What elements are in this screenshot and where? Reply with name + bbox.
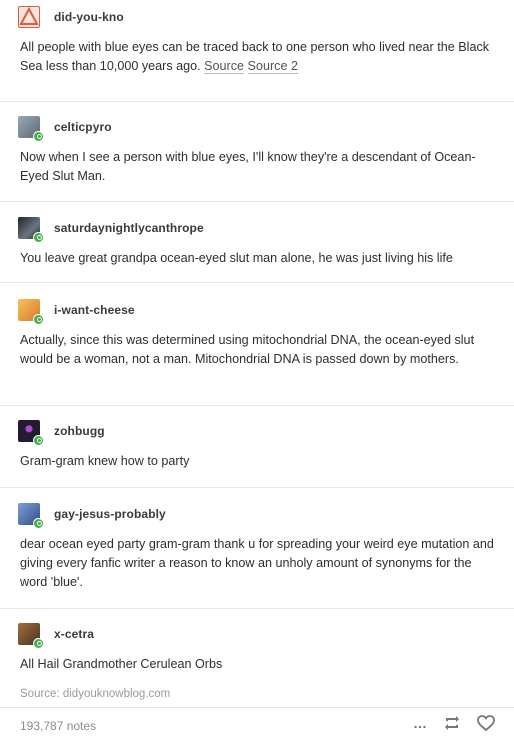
avatar[interactable] xyxy=(18,503,44,529)
post-text: dear ocean eyed party gram-gram thank u … xyxy=(20,537,494,589)
username[interactable]: i-want-cheese xyxy=(54,303,135,317)
username[interactable]: x-cetra xyxy=(54,627,94,641)
more-options-icon[interactable]: … xyxy=(413,715,428,731)
avatar[interactable] xyxy=(18,6,40,28)
post-text: You leave great grandpa ocean-eyed slut … xyxy=(20,251,453,265)
avatar[interactable] xyxy=(18,623,44,649)
avatar[interactable] xyxy=(18,116,44,142)
username[interactable]: did-you-kno xyxy=(54,10,124,24)
post-6: gay-jesus-probably dear ocean eyed party… xyxy=(0,503,514,592)
post-actions: … xyxy=(413,714,496,732)
post-5: zohbugg Gram-gram knew how to party xyxy=(0,420,514,471)
username[interactable]: zohbugg xyxy=(54,424,105,438)
username[interactable]: saturdaynightlycanthrope xyxy=(54,221,204,235)
post-text: Now when I see a person with blue eyes, … xyxy=(20,150,476,183)
username[interactable]: gay-jesus-probably xyxy=(54,507,166,521)
source-2-link[interactable]: Source 2 xyxy=(247,59,298,74)
avatar[interactable] xyxy=(18,217,44,243)
reblog-icon[interactable] xyxy=(442,714,462,732)
post-7: x-cetra All Hail Grandmother Cerulean Or… xyxy=(0,623,514,674)
divider xyxy=(0,405,514,406)
avatar[interactable] xyxy=(18,420,44,446)
divider xyxy=(0,282,514,283)
post-3: saturdaynightlycanthrope You leave great… xyxy=(0,217,514,268)
post-text: All people with blue eyes can be traced … xyxy=(20,40,490,74)
username[interactable]: celticpyro xyxy=(54,120,112,134)
follow-badge-icon xyxy=(33,314,44,325)
follow-badge-icon xyxy=(33,518,44,529)
post-text: Gram-gram knew how to party xyxy=(20,454,190,468)
divider xyxy=(0,707,514,708)
triangle-logo-icon xyxy=(19,6,39,25)
post-1: did-you-kno All people with blue eyes ca… xyxy=(0,6,514,76)
avatar[interactable] xyxy=(18,299,44,325)
divider xyxy=(0,608,514,609)
follow-badge-icon xyxy=(33,435,44,446)
follow-badge-icon xyxy=(33,638,44,649)
post-text: Actually, since this was determined usin… xyxy=(20,333,475,366)
heart-icon[interactable] xyxy=(476,714,496,732)
follow-badge-icon xyxy=(33,131,44,142)
divider xyxy=(0,101,514,102)
divider xyxy=(0,201,514,202)
source-link[interactable]: Source xyxy=(204,59,245,74)
post-2: celticpyro Now when I see a person with … xyxy=(0,116,514,186)
divider xyxy=(0,487,514,488)
post-text: All Hail Grandmother Cerulean Orbs xyxy=(20,657,223,671)
post-4: i-want-cheese Actually, since this was d… xyxy=(0,299,514,369)
notes-count[interactable]: 193,787 notes xyxy=(20,719,96,733)
follow-badge-icon xyxy=(33,232,44,243)
source-line[interactable]: Source: didyouknowblog.com xyxy=(20,688,170,700)
